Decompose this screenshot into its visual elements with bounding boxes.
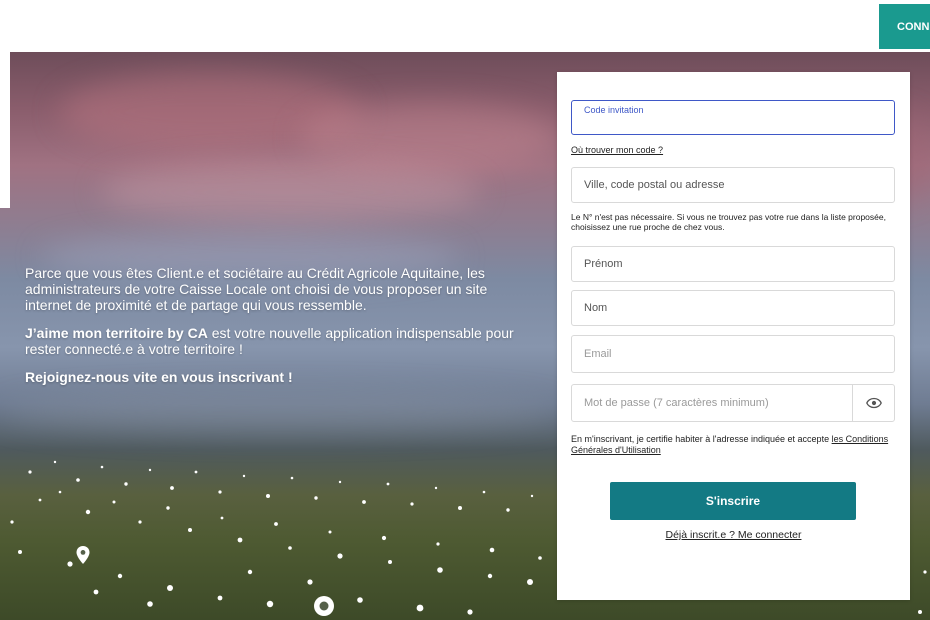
top-bar: CONNEXION — [0, 0, 930, 52]
app-name: J’aime mon territoire by CA — [25, 325, 208, 341]
email-field[interactable]: Email — [571, 335, 895, 373]
map-pin-icon — [76, 546, 90, 564]
intro-paragraph-1: Parce que vous êtes Client.e et sociétai… — [25, 265, 488, 313]
signup-form: Code invitation Où trouver mon code ? Vi… — [557, 72, 910, 600]
address-placeholder: Ville, code postal ou adresse — [584, 179, 725, 191]
join-call-to-action: Rejoignez-nous vite en vous inscrivant ! — [25, 369, 293, 385]
signup-button[interactable]: S'inscrire — [610, 482, 856, 520]
code-help-link[interactable]: Où trouver mon code ? — [571, 145, 663, 155]
email-placeholder: Email — [584, 348, 612, 360]
address-hint: Le N° n'est pas nécessaire. Si vous ne t… — [571, 212, 886, 232]
intro-text: Parce que vous êtes Client.e et sociétai… — [25, 265, 525, 397]
terms-notice: En m'inscrivant, je certifie habiter à l… — [571, 434, 897, 456]
invitation-code-field[interactable]: Code invitation — [571, 100, 895, 135]
address-field[interactable]: Ville, code postal ou adresse — [571, 167, 895, 203]
password-toggle[interactable] — [852, 385, 894, 421]
lastname-placeholder: Nom — [584, 302, 608, 314]
intro-paragraph-2: J’aime mon territoire by CA est votre no… — [25, 325, 525, 357]
terms-text: En m'inscrivant, je certifie habiter à l… — [571, 434, 832, 444]
map-pin-icon — [314, 596, 334, 616]
password-placeholder: Mot de passe (7 caractères minimum) — [584, 397, 769, 409]
login-link[interactable]: Déjà inscrit.e ? Me connecter — [557, 529, 910, 541]
password-field[interactable]: Mot de passe (7 caractères minimum) — [571, 384, 895, 422]
eye-icon[interactable] — [865, 397, 882, 409]
lastname-field[interactable]: Nom — [571, 290, 895, 326]
connect-button[interactable]: CONNEXION — [879, 4, 930, 49]
intro-paragraph-3: Rejoignez-nous vite en vous inscrivant ! — [25, 369, 525, 385]
firstname-placeholder: Prénom — [584, 258, 623, 270]
invitation-code-label: Code invitation — [584, 105, 644, 115]
firstname-field[interactable]: Prénom — [571, 246, 895, 282]
